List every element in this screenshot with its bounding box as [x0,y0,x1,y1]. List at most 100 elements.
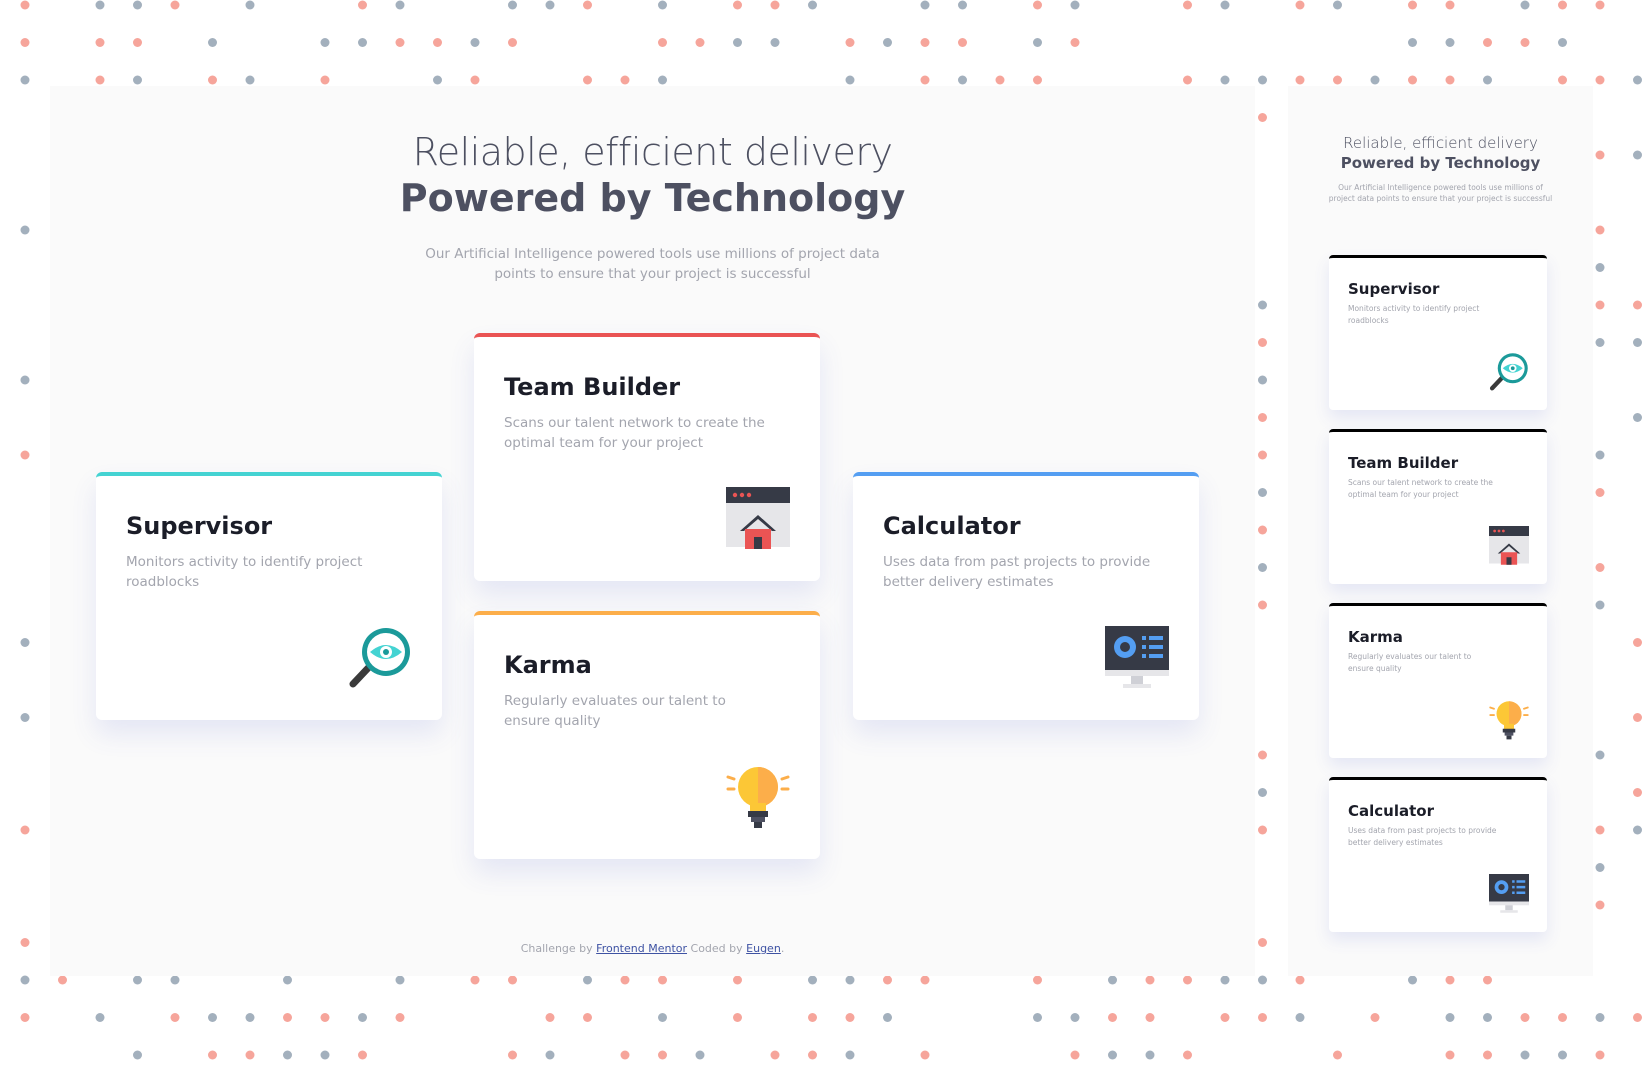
background-dot [133,38,142,47]
background-dot [1633,300,1642,310]
background-dot [1258,1013,1267,1022]
background-dot [1258,488,1267,497]
background-dot [1258,525,1267,535]
background-dot [1633,1013,1642,1022]
background-dot [1595,563,1605,572]
background-dot [1333,1050,1342,1060]
card-title: Karma [1348,628,1403,646]
background-dot [1258,788,1267,797]
background-dot [283,1050,292,1060]
background-dot [20,638,30,647]
card-text: Uses data from past projects to provide … [1348,826,1497,847]
background-dot [1558,1013,1567,1022]
background-dot [1033,975,1042,985]
background-dot [808,1050,817,1060]
background-dot [1033,1013,1042,1022]
background-dot [1183,0,1192,10]
card-title: Team Builder [1348,454,1459,472]
background-dot [1145,975,1155,985]
background-dot [883,1013,892,1022]
background-dot [1595,338,1605,347]
background-dot [545,1050,555,1060]
background-dot [395,0,405,10]
background-dot [1108,1013,1117,1022]
background-dot [133,0,142,10]
card-text: Regularly evaluates our talent to ensure… [504,693,726,729]
background-dot [508,0,517,10]
background-dot [283,975,292,985]
attribution: Challenge by Frontend Mentor Coded by Eu… [50,942,1255,955]
background-dot [133,1050,142,1060]
background-dot [95,75,105,85]
mobile-card-team-builder: Team Builder Scans our talent network to… [1329,429,1547,584]
background-dot [395,975,405,985]
magnifier-eye-icon [1489,353,1528,391]
author-link[interactable]: Eugen [746,942,781,955]
background-dot [920,38,930,47]
background-dot [1558,75,1567,85]
mobile-hero-heading-bold: Powered by Technology [1340,154,1541,172]
background-dot [358,1013,367,1022]
background-dot [1220,75,1230,85]
background-dot [658,75,667,85]
background-dot [20,375,30,385]
background-dot [1220,1013,1230,1022]
background-dot [1595,863,1605,872]
background-dot [20,0,30,10]
background-dot [358,38,367,47]
background-dot [1558,1050,1567,1060]
background-dot [1370,1013,1380,1022]
background-dot [770,38,780,47]
background-dot [320,75,330,85]
background-dot [545,1013,555,1022]
background-dot [1520,0,1530,10]
background-dot [1520,1050,1530,1060]
background-dot [1595,488,1605,497]
background-dot [1220,975,1230,985]
background-dot [1145,1050,1155,1060]
hero-description: Our Artificial Intelligence powered tool… [425,246,880,282]
background-dot [1258,975,1267,985]
background-dot [1408,0,1417,10]
background-dot [845,1013,855,1022]
background-dot [20,450,30,460]
background-dot [208,38,217,47]
card-title: Team Builder [504,373,681,401]
background-dot [770,0,780,10]
background-dot [995,75,1005,85]
background-dot [958,75,967,85]
hero-section: Reliable, efficient delivery Powered by … [50,130,1255,284]
background-dot [358,0,367,10]
background-dot [1445,1013,1455,1022]
background-dot [320,1050,330,1060]
card-text: Uses data from past projects to provide … [883,554,1151,590]
magnifier-eye-icon [349,628,410,688]
background-dot [1333,75,1342,85]
background-dot [1408,38,1417,47]
card-text: Scans our talent network to create the o… [1348,478,1493,499]
card-text: Monitors activity to identify project ro… [1348,304,1480,325]
attribution-prefix: Challenge by [520,942,593,955]
background-dot [1633,413,1642,422]
background-dot [320,38,330,47]
background-dot [658,0,667,10]
background-dot [1595,300,1605,310]
background-dot [920,75,930,85]
desktop-preview: Reliable, efficient delivery Powered by … [50,86,1255,976]
frontend-mentor-link[interactable]: Frontend Mentor [596,942,687,955]
background-dot [20,1013,30,1022]
background-dot [20,225,30,235]
background-dot [1595,150,1605,160]
background-dot [133,75,142,85]
background-dot [95,0,105,10]
background-dot [58,975,67,985]
background-dot [883,975,892,985]
background-dot [1445,0,1455,10]
background-dot [1595,825,1605,835]
lightbulb-icon [1489,701,1529,740]
background-dot [1258,300,1267,310]
background-dot [1295,975,1305,985]
background-dot [545,0,555,10]
background-dot [583,1013,592,1022]
background-dot [395,1013,405,1022]
